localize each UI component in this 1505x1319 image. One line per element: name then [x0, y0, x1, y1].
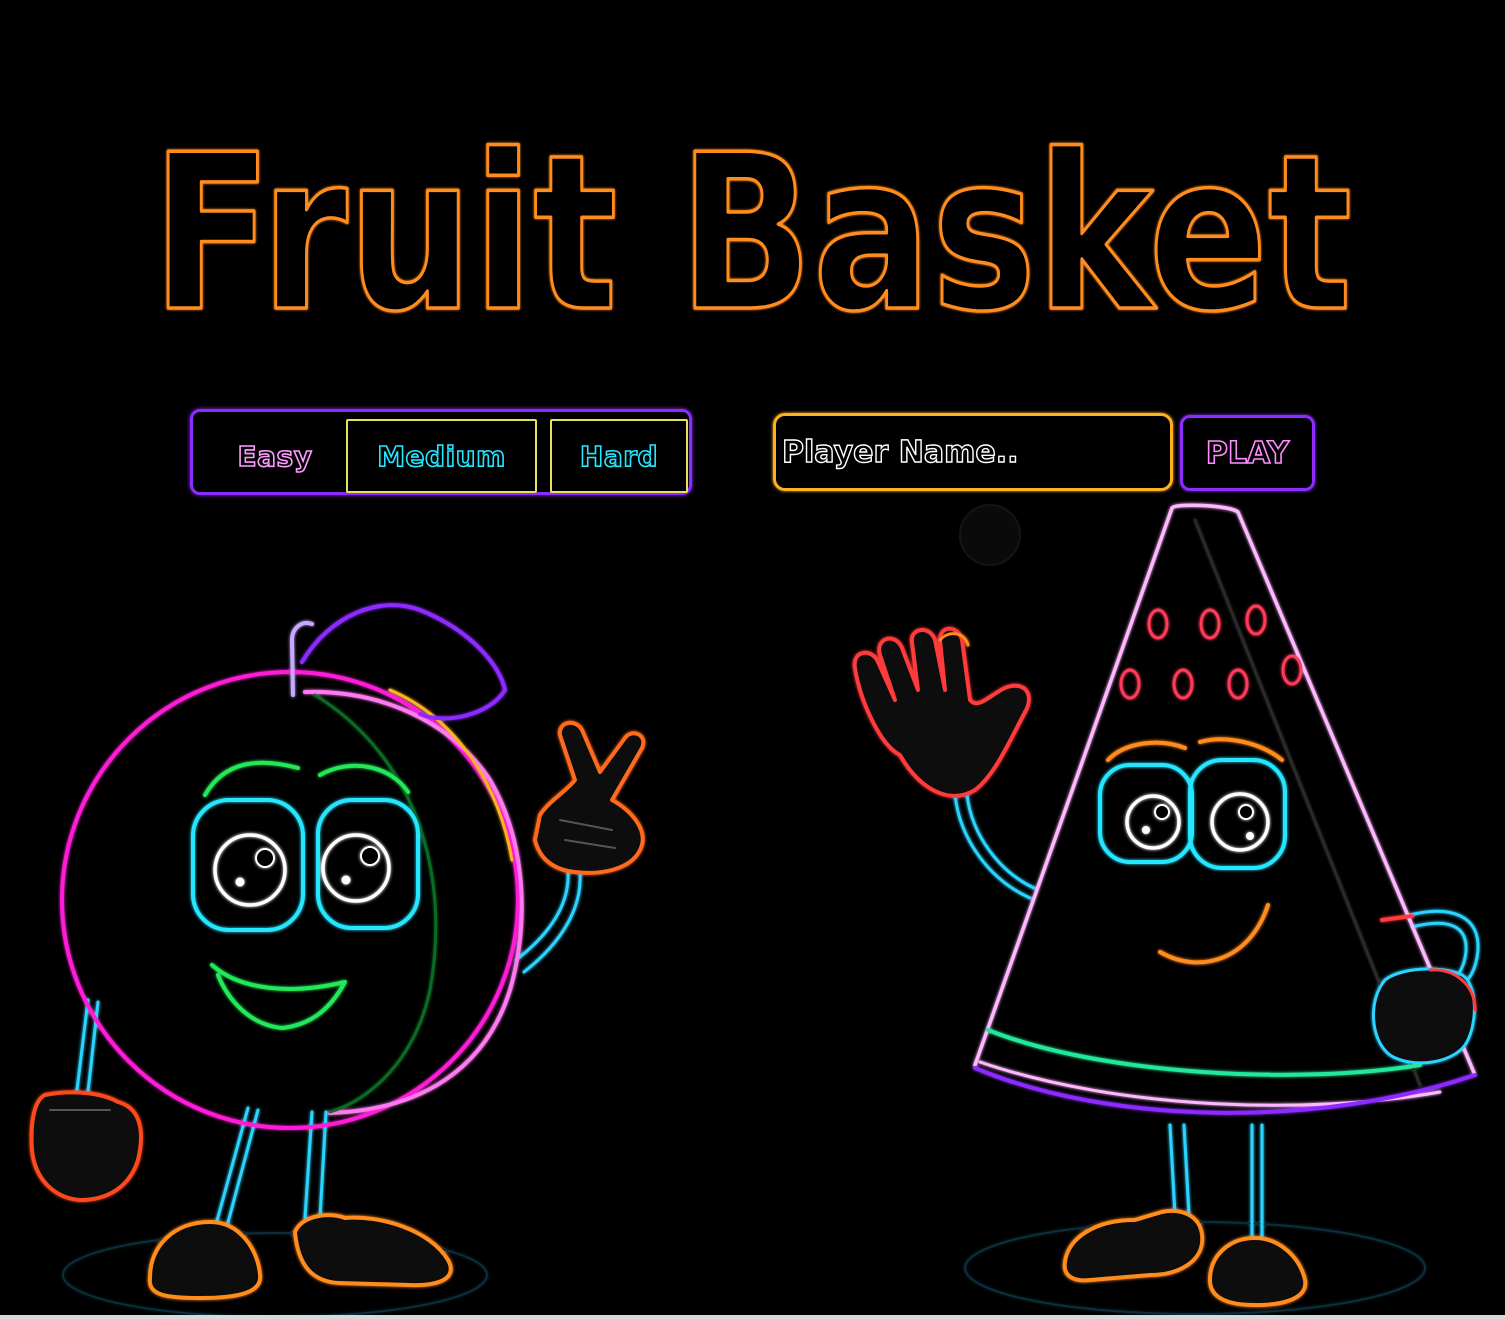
shadow-orb	[959, 504, 1021, 566]
apple-right-shoe-icon	[293, 1213, 453, 1288]
game-start-screen: Fruit Basket Easy Medium Hard PLAY	[0, 0, 1505, 1319]
watermelon-right-shoe-icon	[1208, 1236, 1308, 1307]
watermelon-rind-purple	[973, 1066, 1477, 1115]
title-area: Fruit Basket	[150, 106, 1354, 360]
watermelon-left-eye	[1098, 763, 1194, 864]
difficulty-selector: Easy Medium Hard	[190, 409, 692, 495]
player-name-field-wrapper	[773, 413, 1173, 491]
medium-button[interactable]: Medium	[346, 419, 537, 493]
watermelon-left-shoe-icon	[1062, 1209, 1205, 1283]
apple-body	[60, 670, 520, 1130]
apple-left-shoe-icon	[147, 1220, 263, 1300]
apple-leaf	[300, 603, 507, 721]
apple-mouth	[210, 963, 347, 1030]
player-name-input[interactable]	[776, 416, 1170, 488]
watermelon-legs	[1168, 1123, 1264, 1242]
apple-left-glove-icon	[29, 1090, 143, 1202]
watermelon-right-glove-icon	[1372, 914, 1477, 1065]
hard-button[interactable]: Hard	[550, 419, 688, 493]
game-title: Fruit Basket	[152, 108, 1352, 359]
watermelon-arms	[953, 793, 1480, 992]
bottom-border	[0, 1315, 1505, 1319]
easy-button[interactable]: Easy	[205, 419, 345, 493]
apple-legs	[213, 1106, 328, 1232]
apple-right-eye	[316, 798, 420, 930]
watermelon-mouth	[1158, 903, 1270, 965]
apple-ground-shadow	[62, 1232, 488, 1318]
watermelon-right-eye	[1188, 758, 1287, 870]
watermelon-rind-green	[986, 1028, 1422, 1077]
watermelon-waving-glove-icon	[852, 626, 1031, 798]
watermelon-ground-shadow	[964, 1221, 1426, 1315]
apple-right-glove-icon	[533, 720, 646, 875]
watermelon-rind-edge	[973, 503, 1477, 1077]
apple-arms	[75, 868, 582, 1094]
watermelon-seeds	[1119, 604, 1303, 700]
apple-stem	[290, 621, 314, 697]
watermelon-slice-icon	[852, 503, 1480, 1315]
play-button[interactable]: PLAY	[1180, 415, 1315, 491]
apple-icon	[29, 603, 646, 1318]
apple-left-eye	[191, 798, 305, 932]
